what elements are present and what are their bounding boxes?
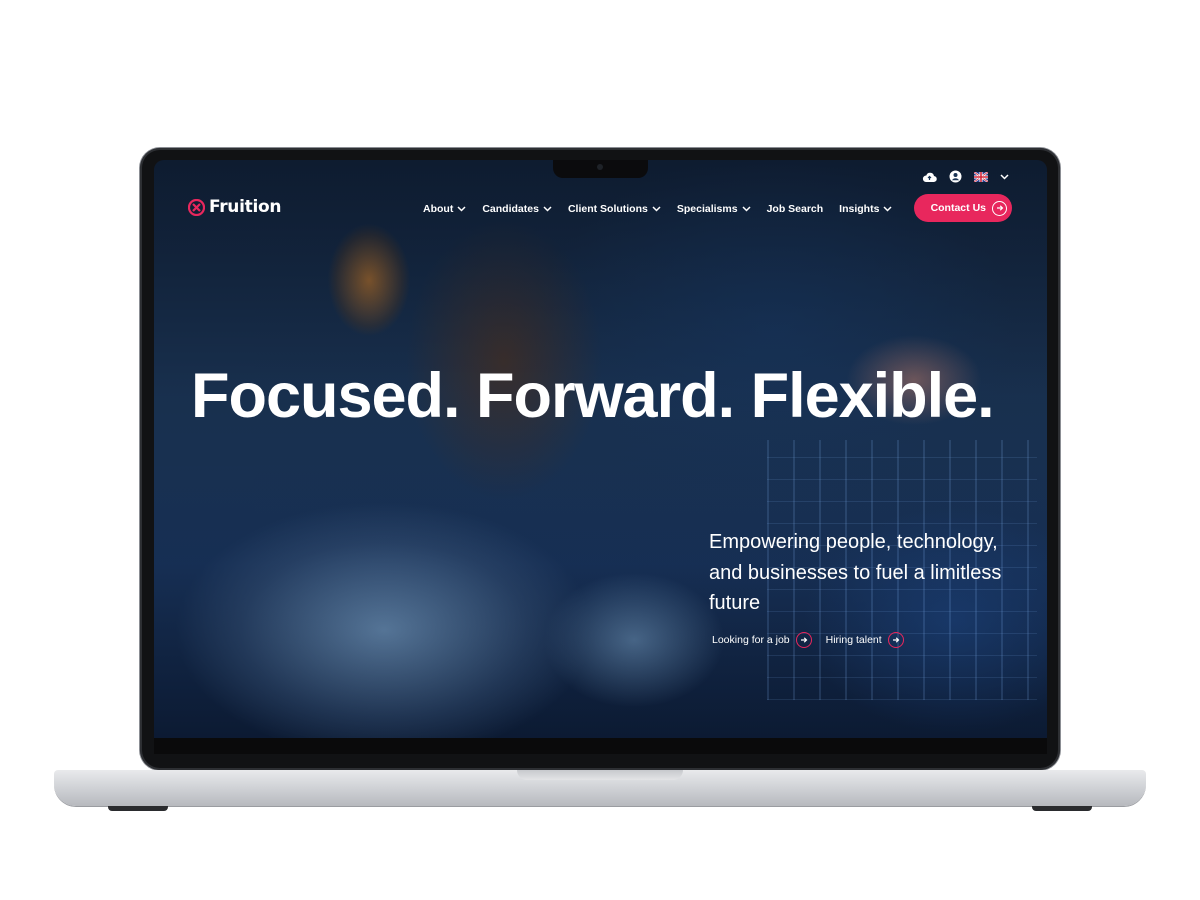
nav-item-label: Insights [839,203,880,215]
laptop-opening-notch [517,770,683,780]
cta-label: Hiring talent [825,634,882,646]
laptop-bezel-chin [154,738,1047,754]
camera-notch [553,160,648,178]
logo-text: Fruition [209,197,282,217]
nav-item-job-search[interactable]: Job Search [767,203,824,215]
cta-label: Looking for a job [712,634,790,646]
account-icon[interactable] [949,170,962,183]
nav-item-specialisms[interactable]: Specialisms [677,203,751,215]
fruition-logo-icon [188,198,205,216]
hero-headline: Focused. Forward. Flexible. [191,361,995,431]
arrow-right-icon [992,200,1007,216]
main-navigation: Fruition About Candidates Client Solutio… [154,194,1047,224]
hero-tagline: Empowering people, technology, and busin… [709,531,1002,614]
nav-item-candidates[interactable]: Candidates [482,203,552,215]
contact-us-button[interactable]: Contact Us [914,194,1012,222]
laptop-foot-left [108,806,168,811]
laptop-base [54,770,1146,806]
chevron-down-icon [652,206,661,212]
hiring-talent-link[interactable]: Hiring talent [826,632,904,648]
nav-item-insights[interactable]: Insights [839,203,892,215]
cloud-upload-icon[interactable] [922,171,937,183]
contact-us-label: Contact Us [930,202,986,214]
hero-cta-group: Looking for a job Hiring talent [712,632,904,648]
chevron-down-icon [883,206,892,212]
nav-item-label: Client Solutions [567,203,648,215]
camera-icon [597,164,603,170]
chevron-down-icon[interactable] [1000,173,1009,180]
laptop-foot-right [1032,806,1092,811]
arrow-right-icon [887,632,904,648]
chevron-down-icon [543,206,552,212]
browser-viewport: Fruition About Candidates Client Solutio… [154,160,1047,738]
looking-for-job-link[interactable]: Looking for a job [712,632,812,648]
uk-flag-icon[interactable] [974,171,988,182]
chevron-down-icon [457,206,466,212]
arrow-right-icon [795,632,812,648]
nav-item-label: About [423,203,454,215]
nav-item-about[interactable]: About [423,203,466,215]
nav-item-client-solutions[interactable]: Client Solutions [568,203,661,215]
nav-item-label: Specialisms [676,203,738,215]
utility-bar [922,170,1009,183]
nav-menu: About Candidates Client Solutions Specia… [423,203,892,215]
chevron-down-icon [742,206,751,212]
nav-item-label: Candidates [482,203,539,215]
nav-item-label: Job Search [766,203,824,215]
fruition-logo[interactable]: Fruition [188,197,281,217]
